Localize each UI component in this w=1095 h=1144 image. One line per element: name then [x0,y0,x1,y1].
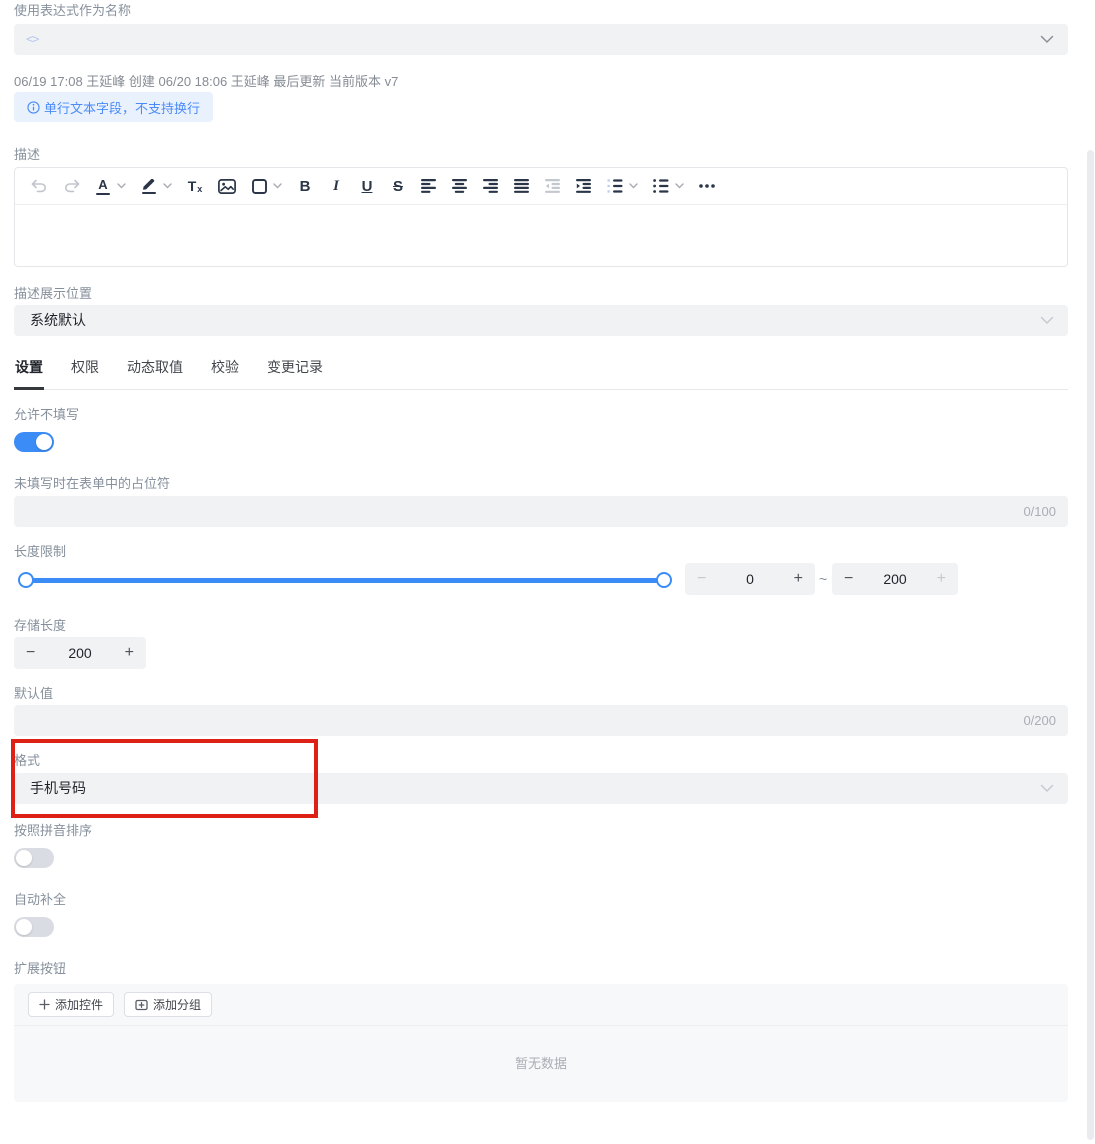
plus-icon [39,999,50,1010]
underline-button[interactable]: U [359,174,375,198]
tab-permissions[interactable]: 权限 [70,357,100,390]
toggle-knob [16,919,32,935]
editor-toolbar: A Tx B I U S [15,168,1067,205]
empty-state-text: 暂无数据 [514,1056,567,1071]
more-icon[interactable] [699,174,715,198]
autocomplete-label: 自动补全 [14,892,67,907]
divider [14,1025,1068,1026]
chevron-down-icon[interactable] [675,183,684,189]
min-length-stepper: − 0 + [685,563,815,595]
chevron-down-icon[interactable] [1040,316,1054,325]
add-group-icon [135,999,148,1011]
chevron-down-icon[interactable] [273,183,282,189]
indent-icon[interactable] [576,174,592,198]
allow-blank-toggle[interactable] [14,432,54,452]
clear-format-icon[interactable]: Tx [187,174,203,198]
font-color-icon[interactable]: A [95,174,111,198]
ordered-list-icon[interactable] [607,174,623,198]
extension-label: 扩展按钮 [14,961,67,976]
plus-button[interactable]: + [125,645,134,661]
undo-icon[interactable] [31,174,48,198]
char-counter: 0/200 [1023,713,1056,728]
description-label: 描述 [14,147,41,162]
chevron-down-icon[interactable] [163,183,172,189]
slider-handle-min[interactable] [18,572,34,588]
vertical-scrollbar[interactable] [1087,150,1094,1140]
storage-length-stepper: − 200 + [14,637,146,669]
tab-validation[interactable]: 校验 [210,357,240,390]
default-value-input[interactable]: 0/200 [14,705,1068,736]
char-counter: 0/100 [1023,504,1056,519]
field-settings-panel: 使用表达式作为名称 <> 06/19 17:08 王延峰 创建 06/20 18… [0,0,1095,1144]
bullet-list-icon[interactable] [653,174,669,198]
code-icon: <> [26,32,39,46]
chevron-down-icon[interactable] [1040,35,1054,44]
chevron-down-icon[interactable] [1040,784,1054,793]
length-limit-label: 长度限制 [14,544,67,559]
align-justify-icon[interactable] [514,174,530,198]
strikethrough-button[interactable]: S [390,174,406,198]
table-icon[interactable] [251,174,267,198]
min-length-value[interactable]: 0 [746,571,754,587]
outdent-icon[interactable] [545,174,561,198]
settings-tabs: 设置 权限 动态取值 校验 变更记录 [14,357,1068,390]
format-select[interactable]: 手机号码 [14,773,1068,804]
extension-panel: 添加控件 添加分组 暂无数据 [14,984,1068,1102]
format-value: 手机号码 [30,780,86,796]
autocomplete-toggle[interactable] [14,917,54,937]
desc-position-select[interactable]: 系统默认 [14,305,1068,336]
align-right-icon[interactable] [483,174,499,198]
chevron-down-icon[interactable] [629,183,638,189]
plus-button[interactable]: + [937,571,946,587]
highlight-pen-icon[interactable] [141,174,157,198]
storage-length-value[interactable]: 200 [68,645,91,661]
tab-change-log[interactable]: 变更记录 [266,357,324,390]
info-icon [27,100,40,114]
minus-button[interactable]: − [697,571,706,587]
expression-label: 使用表达式作为名称 [14,3,132,18]
expression-input[interactable]: <> [14,24,1068,55]
placeholder-label: 未填写时在表单中的占位符 [14,476,171,491]
rich-text-editor: A Tx B I U S [14,167,1068,267]
toggle-knob [16,850,32,866]
bold-button[interactable]: B [297,174,313,198]
minus-button[interactable]: − [26,645,35,661]
storage-length-label: 存储长度 [14,618,67,633]
minus-button[interactable]: − [844,571,853,587]
range-separator: ~ [819,571,828,587]
allow-blank-label: 允许不填写 [14,407,80,422]
slider-handle-max[interactable] [656,572,672,588]
format-label: 格式 [14,753,41,768]
length-slider-track[interactable] [20,578,666,583]
desc-position-label: 描述展示位置 [14,286,93,301]
align-left-icon[interactable] [421,174,437,198]
placeholder-input[interactable]: 0/100 [14,496,1068,527]
plus-button[interactable]: + [794,571,803,587]
add-group-button[interactable]: 添加分组 [124,992,213,1017]
pinyin-sort-label: 按照拼音排序 [14,823,93,838]
chevron-down-icon[interactable] [117,183,126,189]
redo-icon[interactable] [63,174,80,198]
version-meta: 06/19 17:08 王延峰 创建 06/20 18:06 王延峰 最后更新 … [14,74,399,89]
editor-content-area[interactable] [15,205,1067,267]
align-center-icon[interactable] [452,174,468,198]
toggle-knob [36,434,52,450]
max-length-stepper: − 200 + [832,563,958,595]
add-widget-button[interactable]: 添加控件 [28,992,115,1017]
image-icon[interactable] [218,174,236,198]
tab-settings[interactable]: 设置 [14,357,44,390]
pinyin-sort-toggle[interactable] [14,848,54,868]
max-length-value[interactable]: 200 [883,571,906,587]
desc-position-value: 系统默认 [30,312,86,328]
field-type-hint-badge: 单行文本字段，不支持换行 [14,92,214,122]
tab-dynamic-value[interactable]: 动态取值 [126,357,184,390]
italic-button[interactable]: I [328,174,344,198]
hint-text: 单行文本字段，不支持换行 [44,100,201,116]
default-value-label: 默认值 [14,686,54,701]
